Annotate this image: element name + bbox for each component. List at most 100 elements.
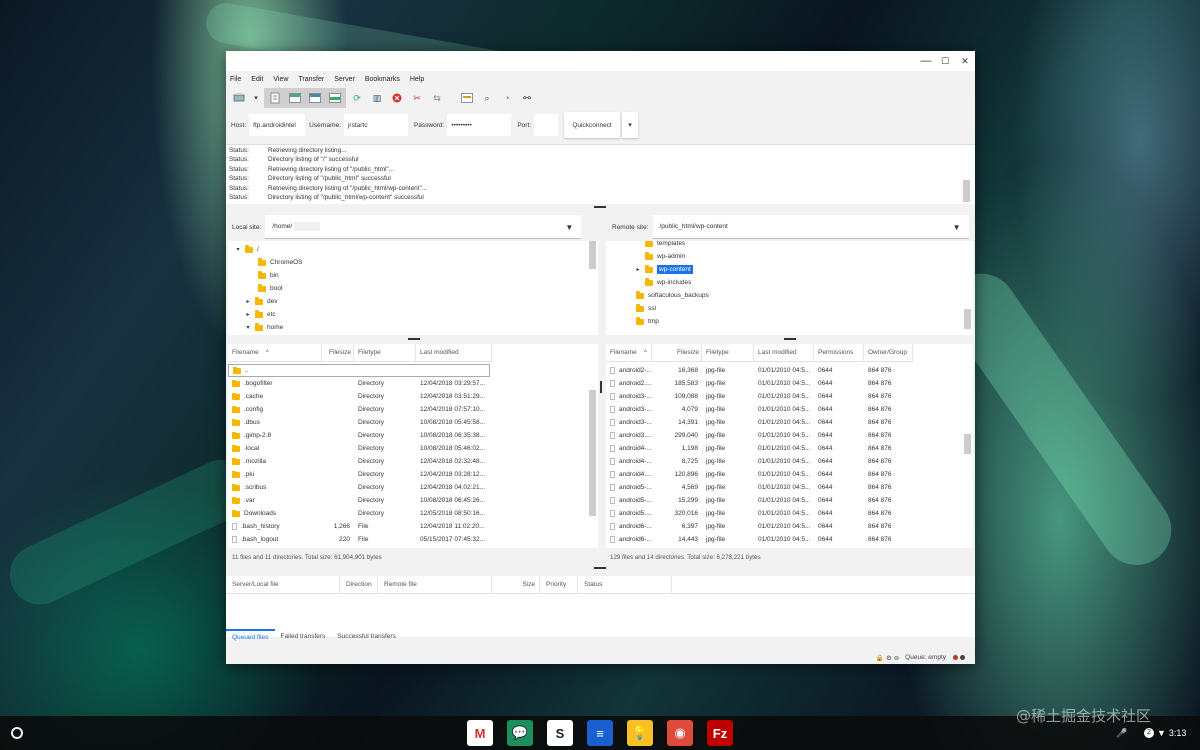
- column-permissions[interactable]: Permissions: [814, 344, 864, 362]
- compare-icon[interactable]: ◔: [498, 89, 516, 107]
- log-splitter[interactable]: [594, 206, 606, 208]
- queue-splitter[interactable]: [594, 567, 606, 569]
- column-size[interactable]: Size: [492, 575, 540, 594]
- filezilla-icon[interactable]: Fz: [707, 720, 733, 746]
- toggle-remote-tree-icon[interactable]: [306, 89, 324, 107]
- remote-tree-scrollbar[interactable]: [964, 309, 971, 329]
- remote-path-input[interactable]: /public_html/wp-content ▼: [652, 215, 969, 239]
- tree-item[interactable]: ssl: [625, 302, 656, 315]
- table-row[interactable]: android2-... 16,368 jpg-file 01/01/2010 04:…: [606, 364, 962, 377]
- sync-browse-icon[interactable]: ⌕: [478, 89, 496, 107]
- toggle-log-icon[interactable]: [266, 89, 284, 107]
- search-icon[interactable]: ⚯: [518, 89, 536, 107]
- local-splitter[interactable]: [408, 338, 420, 340]
- tab-successful-transfers[interactable]: Successful transfers: [331, 629, 402, 646]
- refresh-icon[interactable]: ⟳: [348, 89, 366, 107]
- table-row[interactable]: .pki Directory 12/04/2018 03:28:12...: [228, 468, 588, 481]
- table-row[interactable]: .bash_logout 220 File 05/15/2017 07:45:32..…: [228, 533, 588, 546]
- column-last-modified[interactable]: Last modified: [754, 344, 814, 362]
- hangouts-chat-icon[interactable]: 💬: [507, 720, 533, 746]
- table-row[interactable]: Downloads Directory 12/05/2018 08:50:16...: [228, 507, 588, 520]
- tree-item[interactable]: ▾ home: [244, 321, 283, 334]
- column-owner-group[interactable]: Owner/Group: [864, 344, 913, 362]
- local-path-input[interactable]: /home/ ▼: [265, 215, 582, 239]
- quickconnect-dropdown[interactable]: ▾: [622, 112, 639, 138]
- host-input[interactable]: ftp.androidintel: [249, 114, 306, 136]
- docs-icon[interactable]: ≡: [587, 720, 613, 746]
- menu-edit[interactable]: Edit: [251, 76, 263, 83]
- cancel-icon[interactable]: [388, 89, 406, 107]
- menu-bookmarks[interactable]: Bookmarks: [365, 76, 400, 83]
- tree-item-selected[interactable]: ▸ wp-content: [634, 263, 693, 276]
- tree-item[interactable]: bin: [247, 269, 279, 282]
- column-server-local-file[interactable]: Server/Local file: [226, 575, 340, 594]
- menu-help[interactable]: Help: [410, 76, 424, 83]
- filter-icon[interactable]: [458, 89, 476, 107]
- table-row[interactable]: .mozilla Directory 12/04/2018 02:32:48...: [228, 455, 588, 468]
- process-queue-icon[interactable]: ▥: [368, 89, 386, 107]
- table-row[interactable]: .local Directory 10/08/2018 05:46:02...: [228, 442, 588, 455]
- tree-item[interactable]: wp-includes: [634, 276, 691, 289]
- table-row[interactable]: android3-... 4,079 jpg-file 01/01/2010 04:5…: [606, 403, 962, 416]
- pane-splitter[interactable]: [600, 381, 602, 393]
- table-row[interactable]: android4.... 120,896 jpg-file 01/01/2010 04…: [606, 468, 962, 481]
- keep-icon[interactable]: 💡: [627, 720, 653, 746]
- microphone-icon[interactable]: 🎤: [1116, 725, 1127, 741]
- table-row[interactable]: android5-... 15,299 jpg-file 01/01/2010 04:…: [606, 494, 962, 507]
- table-row[interactable]: .gimp-2.8 Directory 10/08/2018 06:35:38...: [228, 429, 588, 442]
- remote-splitter[interactable]: [784, 338, 796, 340]
- tree-item[interactable]: ▸ dev: [244, 295, 277, 308]
- local-tree-scrollbar[interactable]: [589, 241, 596, 269]
- table-row[interactable]: android4-... 8,725 jpg-file 01/01/2010 04:5…: [606, 455, 962, 468]
- table-row[interactable]: android2.... 185,583 jpg-file 01/01/2010 04…: [606, 377, 962, 390]
- gmail-icon[interactable]: M: [467, 720, 493, 746]
- reconnect-icon[interactable]: ⇆: [428, 89, 446, 107]
- local-list-scrollbar[interactable]: [589, 390, 596, 516]
- table-row[interactable]: android3-... 109,088 jpg-file 01/01/2010 04…: [606, 390, 962, 403]
- dropdown-arrow-icon[interactable]: ▾: [250, 89, 262, 107]
- maximize-button[interactable]: ☐: [938, 54, 952, 68]
- menu-transfer[interactable]: Transfer: [298, 76, 324, 83]
- minimize-button[interactable]: —: [919, 54, 933, 68]
- table-row[interactable]: android3.... 299,040 jpg-file 01/01/2010 04…: [606, 429, 962, 442]
- quickconnect-button[interactable]: Quickconnect: [564, 112, 621, 138]
- toggle-queue-icon[interactable]: [326, 89, 344, 107]
- table-row[interactable]: .dbus Directory 10/08/2018 05:45:58...: [228, 416, 588, 429]
- tree-item[interactable]: ▾ /: [234, 243, 259, 256]
- chrome-icon[interactable]: ◉: [667, 720, 693, 746]
- column-filetype[interactable]: Filetype: [702, 344, 754, 362]
- disconnect-icon[interactable]: ✂: [408, 89, 426, 107]
- slides-icon[interactable]: S: [547, 720, 573, 746]
- column-status[interactable]: Status: [578, 575, 672, 594]
- table-row[interactable]: android5-... 4,569 jpg-file 01/01/2010 04:5…: [606, 481, 962, 494]
- tree-item[interactable]: ChromeOS: [247, 256, 303, 269]
- menu-file[interactable]: File: [230, 76, 241, 83]
- table-row[interactable]: .cache Directory 12/04/2018 03:51:29...: [228, 390, 588, 403]
- table-row[interactable]: .config Directory 12/04/2018 07:57:10...: [228, 403, 588, 416]
- site-manager-icon[interactable]: [230, 89, 248, 107]
- password-input[interactable]: •••••••••: [447, 114, 512, 136]
- table-row[interactable]: android6-... 6,397 jpg-file 01/01/2010 04:5…: [606, 520, 962, 533]
- table-row[interactable]: .var Directory 10/08/2018 06:45:26...: [228, 494, 588, 507]
- table-row[interactable]: .bash_history 1,266 File 12/04/2018 11:02:2…: [228, 520, 588, 533]
- column-filename[interactable]: Filename ^: [606, 344, 652, 362]
- launcher-button[interactable]: [11, 727, 23, 739]
- port-input[interactable]: [534, 114, 559, 136]
- column-filesize[interactable]: Filesize: [322, 344, 354, 362]
- remote-list-scrollbar[interactable]: [964, 434, 971, 454]
- table-row[interactable]: ..: [228, 364, 490, 377]
- tab-failed-transfers[interactable]: Failed transfers: [275, 629, 332, 646]
- tree-item[interactable]: softaculous_backups: [625, 289, 709, 302]
- system-tray[interactable]: 2 ▼ 3:13: [1144, 725, 1186, 741]
- table-row[interactable]: android4-... 1,198 jpg-file 01/01/2010 04:5…: [606, 442, 962, 455]
- tree-item[interactable]: tmp: [625, 315, 659, 328]
- column-filename[interactable]: Filename ^: [228, 344, 322, 362]
- toggle-local-tree-icon[interactable]: [286, 89, 304, 107]
- column-remote-file[interactable]: Remote file: [378, 575, 492, 594]
- tree-item[interactable]: wp-admin: [634, 250, 685, 263]
- username-input[interactable]: jrstartc: [343, 114, 408, 136]
- menu-server[interactable]: Server: [334, 76, 355, 83]
- table-row[interactable]: android6-... 14,443 jpg-file 01/01/2010 04:…: [606, 533, 962, 546]
- tree-item[interactable]: ▸ etc: [244, 308, 276, 321]
- tab-queued-files[interactable]: Queued files: [226, 629, 275, 646]
